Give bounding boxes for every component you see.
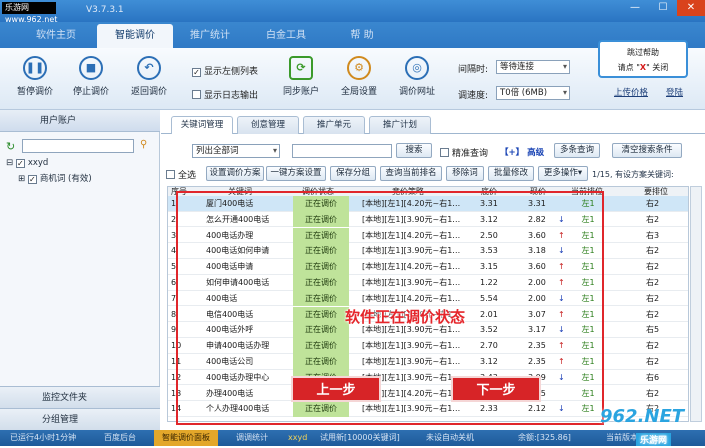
stop-icon: ■ <box>79 56 103 80</box>
tab-creative-mgmt[interactable]: 创意管理 <box>237 116 299 134</box>
sync-icon: ⟳ <box>289 56 313 80</box>
target-rank-cell: 右2 <box>646 293 660 303</box>
show-log-checkbox[interactable]: 显示日志输出 <box>192 88 258 101</box>
target-rank-cell: 右2 <box>646 214 660 224</box>
sub-tab-bar: 关键词管理 创意管理 推广单元 推广计划 <box>161 116 705 134</box>
upload-price-link[interactable]: 上传价格 <box>614 86 648 98</box>
refresh-icon[interactable]: ↻ <box>6 140 15 153</box>
query-rank-button[interactable]: 查询当前排名 <box>380 166 442 181</box>
scope-select[interactable]: 列出全部词 <box>192 144 280 158</box>
target-rank-cell: 右2 <box>646 262 660 272</box>
app-version: V3.7.3.1 <box>86 5 124 15</box>
more-actions-button[interactable]: 更多操作▾ <box>538 166 588 181</box>
maximize-button[interactable]: ☐ <box>649 0 677 16</box>
watermark: 乐游网 www.962.net <box>2 2 57 24</box>
show-left-list-checkbox[interactable]: ✓ 显示左侧列表 <box>192 64 258 77</box>
target-rank-cell: 右2 <box>646 388 660 398</box>
tab-home[interactable]: 软件主页 <box>18 24 94 48</box>
stats-link[interactable]: 调调统计 <box>236 430 268 446</box>
target-rank-cell: 右2 <box>646 309 660 319</box>
monitor-folder[interactable]: 监控文件夹 <box>0 386 160 408</box>
save-group-button[interactable]: 保存分组 <box>330 166 376 181</box>
bidding-url-button[interactable]: ◎ 调价网址 <box>386 54 448 108</box>
batch-edit-button[interactable]: 批量修改 <box>488 166 534 181</box>
tree-child[interactable]: ⊞ ✓ 商机词 (有效) <box>18 172 92 184</box>
return-icon: ↶ <box>137 56 161 80</box>
interval-select[interactable]: 等待连接 <box>496 60 570 74</box>
stop-bidding-button[interactable]: ■ 停止调价 <box>60 54 122 108</box>
page-info: 1/15, 有设方案关键词: <box>592 170 674 179</box>
globe-icon: ◎ <box>405 56 429 80</box>
site-logo: 962.NET 乐游网 <box>600 406 685 446</box>
advanced-link[interactable]: 【+】 高级 <box>500 146 544 158</box>
tree-root[interactable]: ⊟ ✓ xxyd <box>6 158 48 168</box>
sync-account-button[interactable]: ⟳ 同步账户 <box>270 54 332 108</box>
set-plan-button[interactable]: 设置调价方案 <box>206 166 264 181</box>
table-scrollbar[interactable] <box>690 186 702 422</box>
remove-word-button[interactable]: 移除词 <box>446 166 484 181</box>
user-name: xxyd <box>288 433 308 442</box>
overlay-caption: 软件正在调价状态 <box>345 308 466 326</box>
help-tooltip: 跳过帮助 请点 "X" 关闭 <box>598 40 688 78</box>
panel-tab[interactable]: 智能调价面板 <box>154 430 218 446</box>
checkbox-empty-icon <box>192 90 201 99</box>
exact-query-checkbox[interactable]: 精准查询 <box>440 146 488 159</box>
prev-step-button[interactable]: 上一步 <box>291 376 381 402</box>
title-bar: 乐游网 www.962.net V3.7.3.1 — ☐ ✕ <box>0 0 705 24</box>
balance-text: 余额:[325.86] <box>518 433 571 442</box>
speed-label: 调速度: <box>458 91 489 101</box>
target-rank-cell: 右6 <box>646 372 660 382</box>
search-button[interactable]: 搜索 <box>396 143 432 158</box>
interval-label: 间隔时: <box>458 65 489 75</box>
target-rank-cell: 右2 <box>646 278 660 287</box>
clear-conditions-button[interactable]: 清空搜索条件 <box>612 143 682 158</box>
runtime-text: 已运行4小时1分钟 <box>10 433 77 442</box>
login-link[interactable]: 登陆 <box>666 86 683 98</box>
settings-icon: ⚙ <box>347 56 371 80</box>
col-target-rank[interactable]: 要排位 <box>644 187 668 196</box>
group-management[interactable]: 分组管理 <box>0 408 160 430</box>
return-bidding-button[interactable]: ↶ 返回调价 <box>118 54 180 108</box>
tab-smart-bidding[interactable]: 智能调价 <box>97 24 173 48</box>
target-rank-cell: 右2 <box>646 357 660 366</box>
pause-icon: ❚❚ <box>23 56 47 80</box>
next-step-button[interactable]: 下一步 <box>451 376 541 402</box>
account-search-input[interactable] <box>22 139 134 153</box>
user-account-header: 用户账户 <box>0 110 160 132</box>
select-all-checkbox[interactable]: 全选 <box>166 168 196 181</box>
one-click-plan-button[interactable]: 一键方案设置 <box>266 166 326 181</box>
target-rank-cell: 右2 <box>646 199 660 208</box>
tab-promo-plan[interactable]: 推广计划 <box>369 116 431 134</box>
baidu-backend-link[interactable]: 百度后台 <box>104 430 136 446</box>
tab-promo-unit[interactable]: 推广单元 <box>303 116 365 134</box>
target-rank-cell: 右3 <box>646 230 660 240</box>
minimize-button[interactable]: — <box>621 0 649 16</box>
trial-text: 试用新[10000关键词] <box>320 433 400 442</box>
search-icon[interactable]: ⚲ <box>140 139 147 150</box>
tab-help[interactable]: 帮 助 <box>324 24 400 48</box>
speed-select[interactable]: T0倍 (6MB) <box>496 86 570 100</box>
checkbox-checked-icon: ✓ <box>192 68 201 77</box>
target-rank-cell: 右5 <box>646 325 660 335</box>
pause-bidding-button[interactable]: ❚❚ 暂停调价 <box>4 54 66 108</box>
tab-promotion-stats[interactable]: 推广统计 <box>172 24 248 48</box>
shutdown-text: 未设自动关机 <box>426 433 474 442</box>
tab-keyword-mgmt[interactable]: 关键词管理 <box>171 116 233 134</box>
tab-platinum-tools[interactable]: 白金工具 <box>248 24 324 48</box>
target-rank-cell: 右2 <box>646 246 660 256</box>
target-rank-cell: 右2 <box>646 341 660 351</box>
keyword-search-input[interactable] <box>292 144 392 158</box>
global-settings-button[interactable]: ⚙ 全局设置 <box>328 54 390 108</box>
close-button[interactable]: ✕ <box>677 0 705 16</box>
multi-query-button[interactable]: 多条查询 <box>554 143 600 158</box>
